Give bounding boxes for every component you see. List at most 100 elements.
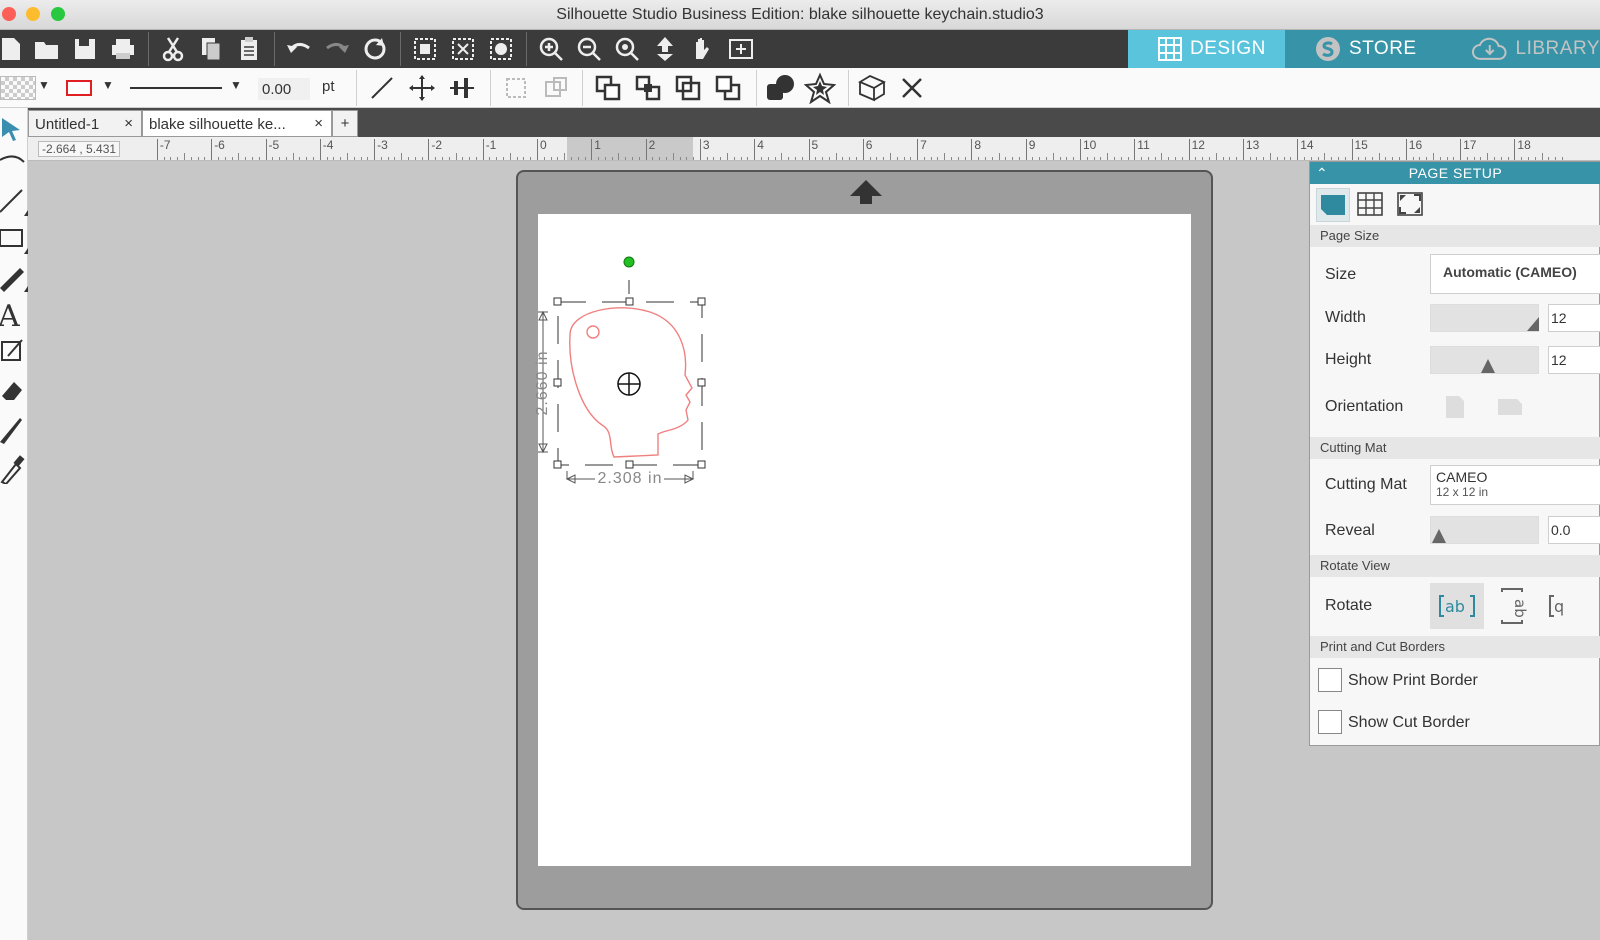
show-print-border-label: Show Print Border (1348, 672, 1478, 689)
ruler-major-tick (1514, 139, 1516, 160)
freehand-pencil-icon[interactable] (0, 258, 28, 294)
resize-handle[interactable] (553, 378, 562, 387)
keychain-hole[interactable] (586, 325, 600, 339)
tools-sidebar: A (0, 108, 28, 940)
reveal-slider[interactable] (1430, 516, 1539, 544)
close-toolbar-icon[interactable] (896, 72, 928, 104)
show-cut-border-checkbox[interactable] (1318, 710, 1342, 734)
ruler-major-tick (265, 139, 267, 160)
reveal-field[interactable]: 0.0 (1548, 516, 1600, 544)
pan-hand-icon[interactable] (688, 34, 718, 64)
eraser-icon[interactable] (0, 372, 28, 408)
edit-points-icon[interactable] (0, 146, 28, 182)
store-tab[interactable]: STORE (1285, 30, 1442, 68)
selected-shape[interactable] (530, 250, 730, 500)
registration-marks-tab[interactable] (1394, 188, 1428, 222)
resize-handle[interactable] (553, 460, 562, 469)
replicate-icon[interactable] (856, 72, 888, 104)
rotate-180-button[interactable]: q (1542, 583, 1600, 629)
new-file-icon[interactable] (0, 34, 26, 64)
ruler-minor-tick (509, 153, 511, 160)
move-icon[interactable] (406, 72, 438, 104)
add-tab-button[interactable]: + (332, 110, 358, 137)
line-color-dropdown-icon[interactable]: ▼ (102, 78, 114, 92)
line-style-preview[interactable] (130, 87, 222, 89)
redo-icon[interactable] (322, 34, 352, 64)
fill-color-swatch[interactable] (0, 76, 36, 100)
redraw-icon[interactable] (360, 34, 390, 64)
zoom-out-icon[interactable] (574, 34, 604, 64)
slider-thumb-icon[interactable] (1527, 317, 1539, 331)
resize-handle[interactable] (625, 460, 634, 469)
deselect-icon[interactable] (448, 34, 478, 64)
resize-handle[interactable] (697, 460, 706, 469)
bring-forward-icon[interactable] (632, 72, 664, 104)
modify-shapes-icon[interactable] (764, 72, 796, 104)
height-slider[interactable] (1430, 346, 1539, 374)
save-icon[interactable] (70, 34, 100, 64)
star-shape-icon[interactable] (803, 72, 837, 105)
cut-icon[interactable] (158, 34, 188, 64)
rotate-handle[interactable] (623, 256, 635, 268)
width-slider[interactable] (1430, 304, 1539, 332)
resize-handle[interactable] (553, 297, 562, 306)
width-field[interactable]: 12 (1548, 304, 1600, 332)
send-backward-icon[interactable] (672, 72, 704, 104)
portrait-orientation-icon[interactable] (1444, 394, 1466, 420)
open-folder-icon[interactable] (32, 34, 62, 64)
fit-to-page-icon[interactable] (650, 34, 680, 64)
landscape-orientation-icon[interactable] (1496, 396, 1524, 418)
group-icon[interactable] (500, 72, 532, 104)
ruler-minor-tick (1324, 153, 1326, 160)
zoom-selected-icon[interactable] (612, 34, 642, 64)
select-arrow-icon[interactable] (0, 112, 28, 148)
head-silhouette-outline[interactable] (569, 307, 693, 458)
fill-dropdown-icon[interactable]: ▼ (38, 78, 50, 92)
page-size-dropdown[interactable]: Automatic (CAMEO) (1430, 254, 1600, 294)
knife-icon[interactable] (0, 410, 28, 446)
height-field[interactable]: 12 (1548, 346, 1600, 374)
resize-handle[interactable] (625, 297, 634, 306)
design-tab[interactable]: DESIGN (1128, 30, 1285, 68)
line-tool-icon[interactable] (366, 72, 398, 104)
copy-icon[interactable] (196, 34, 226, 64)
eyedropper-icon[interactable] (0, 448, 28, 486)
zoom-fit-icon[interactable] (726, 34, 756, 64)
sketch-pen-icon[interactable] (0, 334, 28, 370)
zoom-in-icon[interactable] (536, 34, 566, 64)
slider-thumb-icon[interactable] (1432, 529, 1446, 543)
undo-icon[interactable] (284, 34, 314, 64)
line-color-swatch[interactable] (66, 80, 92, 96)
select-by-color-icon[interactable] (486, 34, 516, 64)
cutting-mat-dropdown[interactable]: CAMEO 12 x 12 in (1430, 465, 1600, 505)
doc-tab-keychain[interactable]: blake silhouette ke... × (142, 110, 332, 137)
close-tab-icon[interactable]: × (124, 115, 133, 132)
text-tool-icon[interactable]: A (0, 296, 28, 334)
rotate-0-button[interactable]: ab (1430, 583, 1484, 629)
grid-icon (1158, 37, 1182, 61)
align-icon[interactable] (446, 72, 478, 104)
bring-to-front-icon[interactable] (592, 72, 624, 104)
line-style-dropdown-icon[interactable]: ▼ (230, 78, 242, 92)
doc-tab-untitled[interactable]: Untitled-1 × (28, 110, 142, 137)
window-title: Silhouette Studio Business Edition: blak… (556, 6, 1044, 23)
slider-thumb-icon[interactable] (1481, 359, 1495, 373)
resize-handle[interactable] (697, 378, 706, 387)
line-draw-icon[interactable] (0, 182, 28, 218)
collapse-chevron-icon[interactable]: ⌃ (1316, 162, 1328, 184)
show-print-border-checkbox[interactable] (1318, 668, 1342, 692)
select-all-icon[interactable] (410, 34, 440, 64)
close-tab-icon[interactable]: × (314, 115, 323, 132)
paste-icon[interactable] (234, 34, 264, 64)
send-to-back-icon[interactable] (712, 72, 744, 104)
rotate-90-button[interactable]: ab (1492, 583, 1532, 629)
rectangle-tool-icon[interactable] (0, 220, 28, 256)
page-setup-tab[interactable] (1316, 188, 1350, 222)
line-width-field[interactable]: 0.00 (258, 78, 310, 100)
library-tab[interactable]: LIBRARY (1442, 30, 1600, 68)
resize-handle[interactable] (697, 297, 706, 306)
ungroup-icon[interactable] (540, 72, 572, 104)
grid-settings-tab[interactable] (1354, 188, 1388, 222)
ruler-tick-label: 7 (920, 138, 927, 152)
print-icon[interactable] (108, 34, 138, 64)
